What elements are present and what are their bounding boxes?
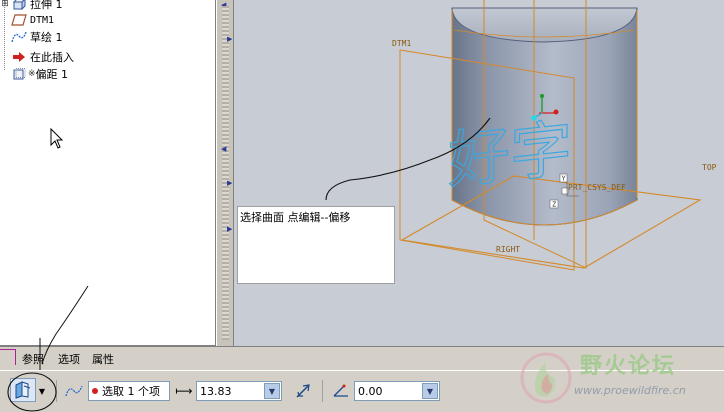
offset-distance-input[interactable]: 13.83 ▼ — [196, 381, 282, 401]
sketch-text-outline[interactable]: 好字 — [447, 111, 572, 198]
graphics-window[interactable]: DTM1 TOP RIGHT PRT_CSYS_DEF Y Z 好字 — [234, 0, 724, 346]
toolbar-separator — [56, 380, 57, 402]
flip-direction-button[interactable] — [292, 381, 314, 401]
selection-collector-label: 选取 1 个项 — [102, 385, 160, 398]
offset-distance-value: 13.83 — [200, 384, 232, 398]
datum-label-dtm1: DTM1 — [392, 39, 411, 48]
chevron-left-icon[interactable]: ◀ — [221, 146, 229, 153]
tree-item-label: 草绘 1 — [30, 31, 63, 44]
flip-arrow-icon — [296, 384, 310, 398]
datum-label-right: RIGHT — [496, 245, 520, 254]
datum-label-top: TOP — [702, 163, 717, 172]
expand-plus-icon[interactable]: ⊞ — [0, 0, 10, 9]
message-text: 选择曲面 点编辑--偏移 — [240, 211, 351, 224]
toolbar-separator — [322, 380, 323, 402]
sketch-icon — [10, 30, 28, 44]
tree-item-extrude-1[interactable]: ⊞ 拉伸 1 — [0, 0, 63, 12]
tree-item-sketch-1[interactable]: 草绘 1 — [0, 29, 63, 45]
draft-angle-icon — [330, 381, 352, 401]
offset-feature-icon — [10, 67, 28, 81]
message-box: 选择曲面 点编辑--偏移 — [237, 206, 395, 284]
chevron-down-icon[interactable]: ▼ — [422, 383, 438, 399]
mouse-cursor-icon — [50, 128, 64, 149]
draft-angle-input[interactable]: 0.00 ▼ — [354, 381, 440, 401]
watermark-url: www.proewildfire.cn — [574, 384, 686, 397]
datum-plane-icon — [10, 13, 28, 27]
tree-item-label: 拉伸 1 — [30, 0, 63, 11]
offset-type-dropdown-icon[interactable]: ▼ — [37, 381, 47, 401]
tree-item-offset-1[interactable]: ※ 偏距 1 — [0, 66, 68, 82]
selection-dot-icon — [92, 388, 98, 394]
draft-angle-value: 0.00 — [358, 384, 383, 398]
insert-mark-icon: ※ — [28, 69, 36, 79]
panel-splitter[interactable]: ◀ ▶ ◀ ▶ ▶ — [216, 0, 234, 346]
datum-label-csys: PRT_CSYS_DEF — [568, 183, 626, 192]
tree-item-dtm1[interactable]: DTM1 — [0, 12, 54, 28]
forum-watermark: 野火论坛 www.proewildfire.cn — [512, 346, 724, 412]
tab-properties[interactable]: 属性 — [92, 351, 114, 367]
insert-here-arrow-icon — [10, 50, 28, 64]
flame-logo-icon — [520, 352, 572, 404]
offset-distance-icon: ⟼ — [175, 384, 193, 398]
surface-selection-collector[interactable]: 选取 1 个项 — [88, 381, 170, 401]
tab-references[interactable]: 参照 — [22, 351, 44, 367]
tab-bar-corner-icon — [0, 349, 16, 365]
svg-text:Z: Z — [552, 201, 556, 209]
offset-type-button[interactable] — [10, 378, 36, 402]
model-viewport[interactable]: DTM1 TOP RIGHT PRT_CSYS_DEF Y Z 好字 — [234, 0, 724, 346]
tab-options[interactable]: 选项 — [58, 351, 80, 367]
watermark-title: 野火论坛 — [580, 354, 677, 379]
model-tree-panel: ⊞ 拉伸 1 DTM1 草绘 1 在此插入 ※ 偏距 1 — [0, 0, 216, 346]
tree-item-label: DTM1 — [30, 14, 55, 26]
sketch-tool-icon[interactable] — [64, 381, 84, 401]
extrude-icon — [10, 0, 28, 11]
tree-item-insert-here[interactable]: 在此插入 — [0, 49, 74, 65]
chevron-down-icon[interactable]: ▼ — [264, 383, 280, 399]
tree-item-label: 偏距 1 — [35, 68, 69, 81]
splitter-grip-bar[interactable] — [222, 6, 229, 340]
tree-item-label: 在此插入 — [30, 51, 74, 64]
offset-surface-icon — [15, 381, 31, 399]
